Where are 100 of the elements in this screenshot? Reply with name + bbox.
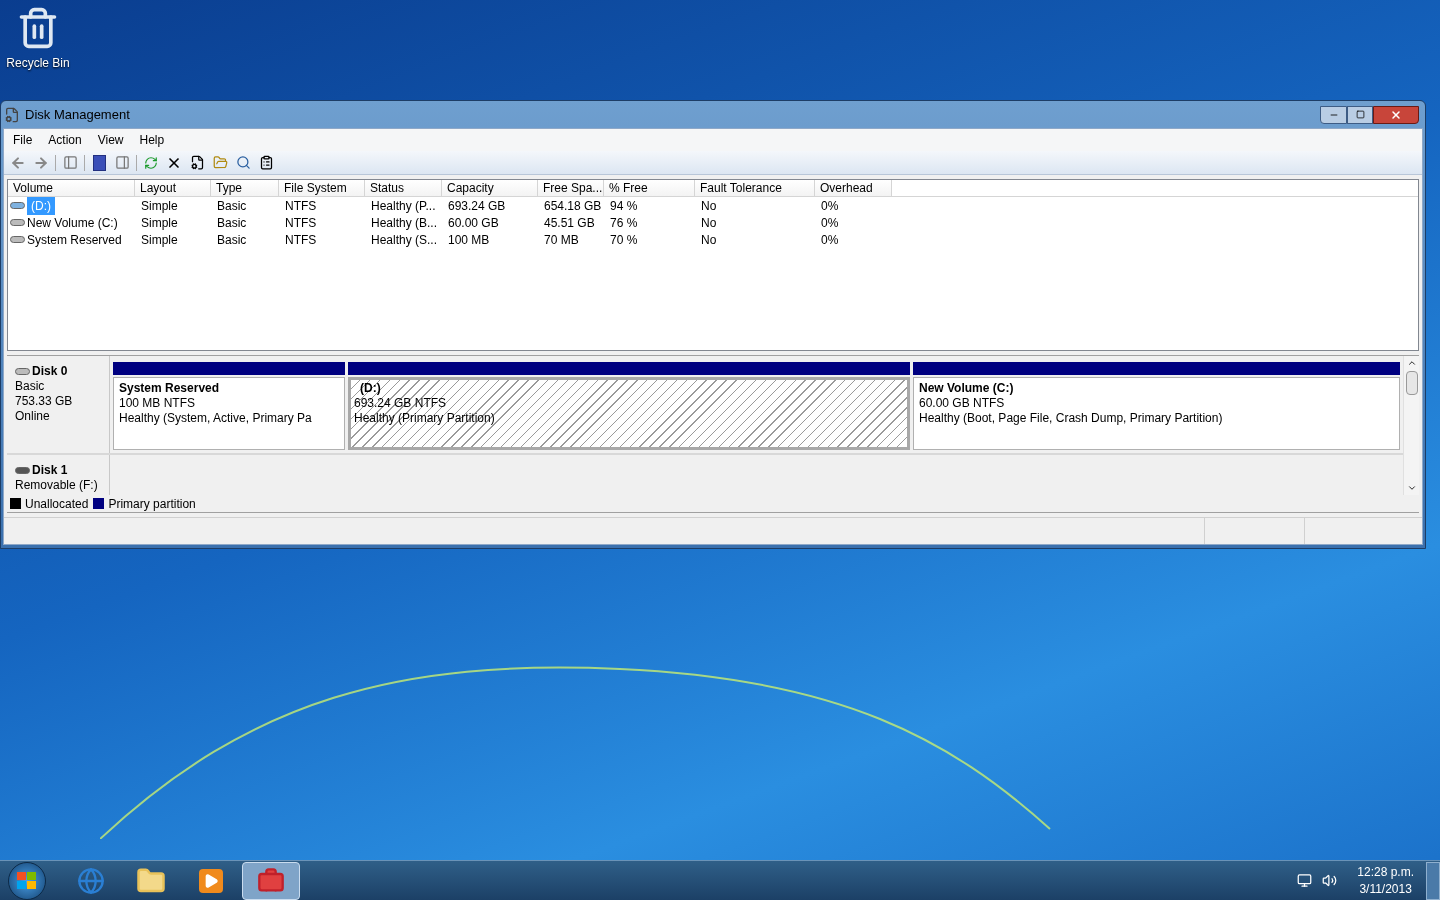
panel-icon [114,155,130,170]
legend-label: Primary partition [108,495,196,513]
table-cell: Simple [141,198,178,213]
table-cell: 60.00 GB [448,215,499,230]
maximize-icon [1355,110,1365,119]
column-header[interactable]: Overhead [815,180,892,197]
desktop-icon-label[interactable]: Recycle Bin [6,54,70,72]
partition-block[interactable]: (D:) 693.24 GB NTFS Healthy (Primary Partition) [348,362,910,450]
close-button[interactable] [1373,105,1419,124]
clock-time[interactable]: 12:28 p.m. [1357,863,1414,881]
menu-item[interactable]: Help [139,131,165,149]
app-icon [4,106,20,123]
minimize-button[interactable] [1320,105,1347,124]
partition-status: Healthy (System, Active, Primary Pa [119,411,313,426]
volume-row[interactable]: New Volume (C:) Simple Basic NTFS Healthy (B... 60.00 GB 45.51 GB 76 % No 0% [8,214,1418,231]
table-cell: Basic [217,215,247,230]
table-cell: 0% [821,198,839,213]
left-arrow-icon [10,154,26,171]
disk-info: Removable (F:) [15,478,99,493]
disk-info: Online [15,409,51,424]
table-cell: 94 % [610,198,638,213]
play-icon [199,868,223,893]
table-cell: No [701,198,717,213]
scrollbar[interactable] [1403,356,1419,495]
disk-info: 753.33 GB [15,394,74,409]
table-cell: NTFS [285,215,317,230]
table-cell: Healthy (P... [371,198,436,213]
search-icon [235,155,251,170]
start-button[interactable] [8,861,46,900]
column-header[interactable]: Capacity [442,180,538,197]
table-cell: 70 MB [544,232,579,247]
scroll-up-icon[interactable] [1406,358,1417,368]
table-cell: 693.24 GB [448,198,506,213]
globe-icon [77,866,105,895]
clock-date[interactable]: 3/11/2013 [1359,880,1412,898]
table-cell: Basic [217,232,247,247]
table-cell: 70 % [610,232,638,247]
toolbox-icon [257,866,285,895]
column-header[interactable]: Free Spa... [538,180,604,197]
partition-block[interactable]: System Reserved 100 MB NTFS Healthy (System, Active, Primary Pa [113,362,345,450]
table-cell: Healthy (B... [371,215,438,230]
partition-size: 100 MB NTFS [119,396,197,411]
table-cell: Simple [141,232,178,247]
partition-size: 693.24 GB NTFS [354,396,448,411]
document-gear-icon [189,155,205,170]
scroll-down-icon[interactable] [1406,483,1417,493]
partition-block[interactable]: New Volume (C:) 60.00 GB NTFS Healthy (Boot, Page File, Crash Dump, Primary Partition) [913,362,1400,450]
taskbar-button[interactable] [242,861,300,900]
table-cell: 0% [821,215,839,230]
volume-row[interactable]: System Reserved Simple Basic NTFS Healthy (S... 100 MB 70 MB 70 % No 0% [8,231,1418,248]
window-title: Disk Management [25,105,131,124]
clipboard-icon [258,155,274,170]
table-cell: Healthy (S... [371,232,438,247]
show-desktop-button[interactable] [1426,861,1440,900]
table-cell: Simple [141,215,178,230]
partition-size: 60.00 GB NTFS [919,396,1006,411]
table-cell: No [701,215,717,230]
column-header[interactable]: Layout [135,180,211,197]
column-header[interactable]: Type [211,180,279,197]
column-header[interactable]: Volume [8,180,135,197]
disk-name: Disk 0 [32,364,68,379]
drive-icon [15,467,30,474]
partition-status: Healthy (Boot, Page File, Crash Dump, Primary Partition) [919,411,1224,426]
table-cell: 100 MB [448,232,490,247]
disk-info: Basic [15,379,46,394]
close-icon [1390,108,1402,121]
column-header[interactable]: File System [279,180,365,197]
drive-icon [15,368,30,375]
partition-title: (D:) [359,381,382,396]
drive-icon [10,202,25,209]
table-cell-text: New Volume (C:) [27,214,118,232]
network-icon[interactable] [1297,873,1313,888]
partition-title: System Reserved [119,381,221,396]
refresh-icon [144,155,158,170]
partition-title: New Volume (C:) [919,381,1015,396]
volume-icon[interactable] [1322,873,1338,888]
right-arrow-icon [33,154,49,171]
volume-row[interactable]: (D:) Simple Basic NTFS Healthy (P... 693.24 GB 654.18 GB 94 % No 0% [8,197,1418,214]
column-header[interactable]: Fault Tolerance [695,180,815,197]
scroll-thumb[interactable] [1405,371,1418,395]
windows-logo-icon [17,871,37,890]
table-cell: No [701,232,717,247]
partition-status: Healthy (Primary Partition) [354,411,496,426]
table-cell: 0% [821,232,839,247]
drive-icon [10,236,25,243]
table-cell: NTFS [285,232,317,247]
table-cell: 654.18 GB [544,198,602,213]
table-cell: Basic [217,198,247,213]
column-header[interactable]: % Free [604,180,695,197]
legend-label: Unallocated [25,495,89,513]
table-cell-text: System Reserved [27,231,122,249]
folder-icon [212,155,228,170]
maximize-button[interactable] [1347,105,1373,124]
column-header[interactable]: Status [365,180,442,197]
menu-item[interactable]: View [97,131,124,149]
table-cell: 45.51 GB [544,215,595,230]
table-cell: 76 % [610,215,638,230]
menu-item[interactable]: Action [48,131,82,149]
menu-item[interactable]: File [13,131,33,149]
table-cell: NTFS [285,198,317,213]
